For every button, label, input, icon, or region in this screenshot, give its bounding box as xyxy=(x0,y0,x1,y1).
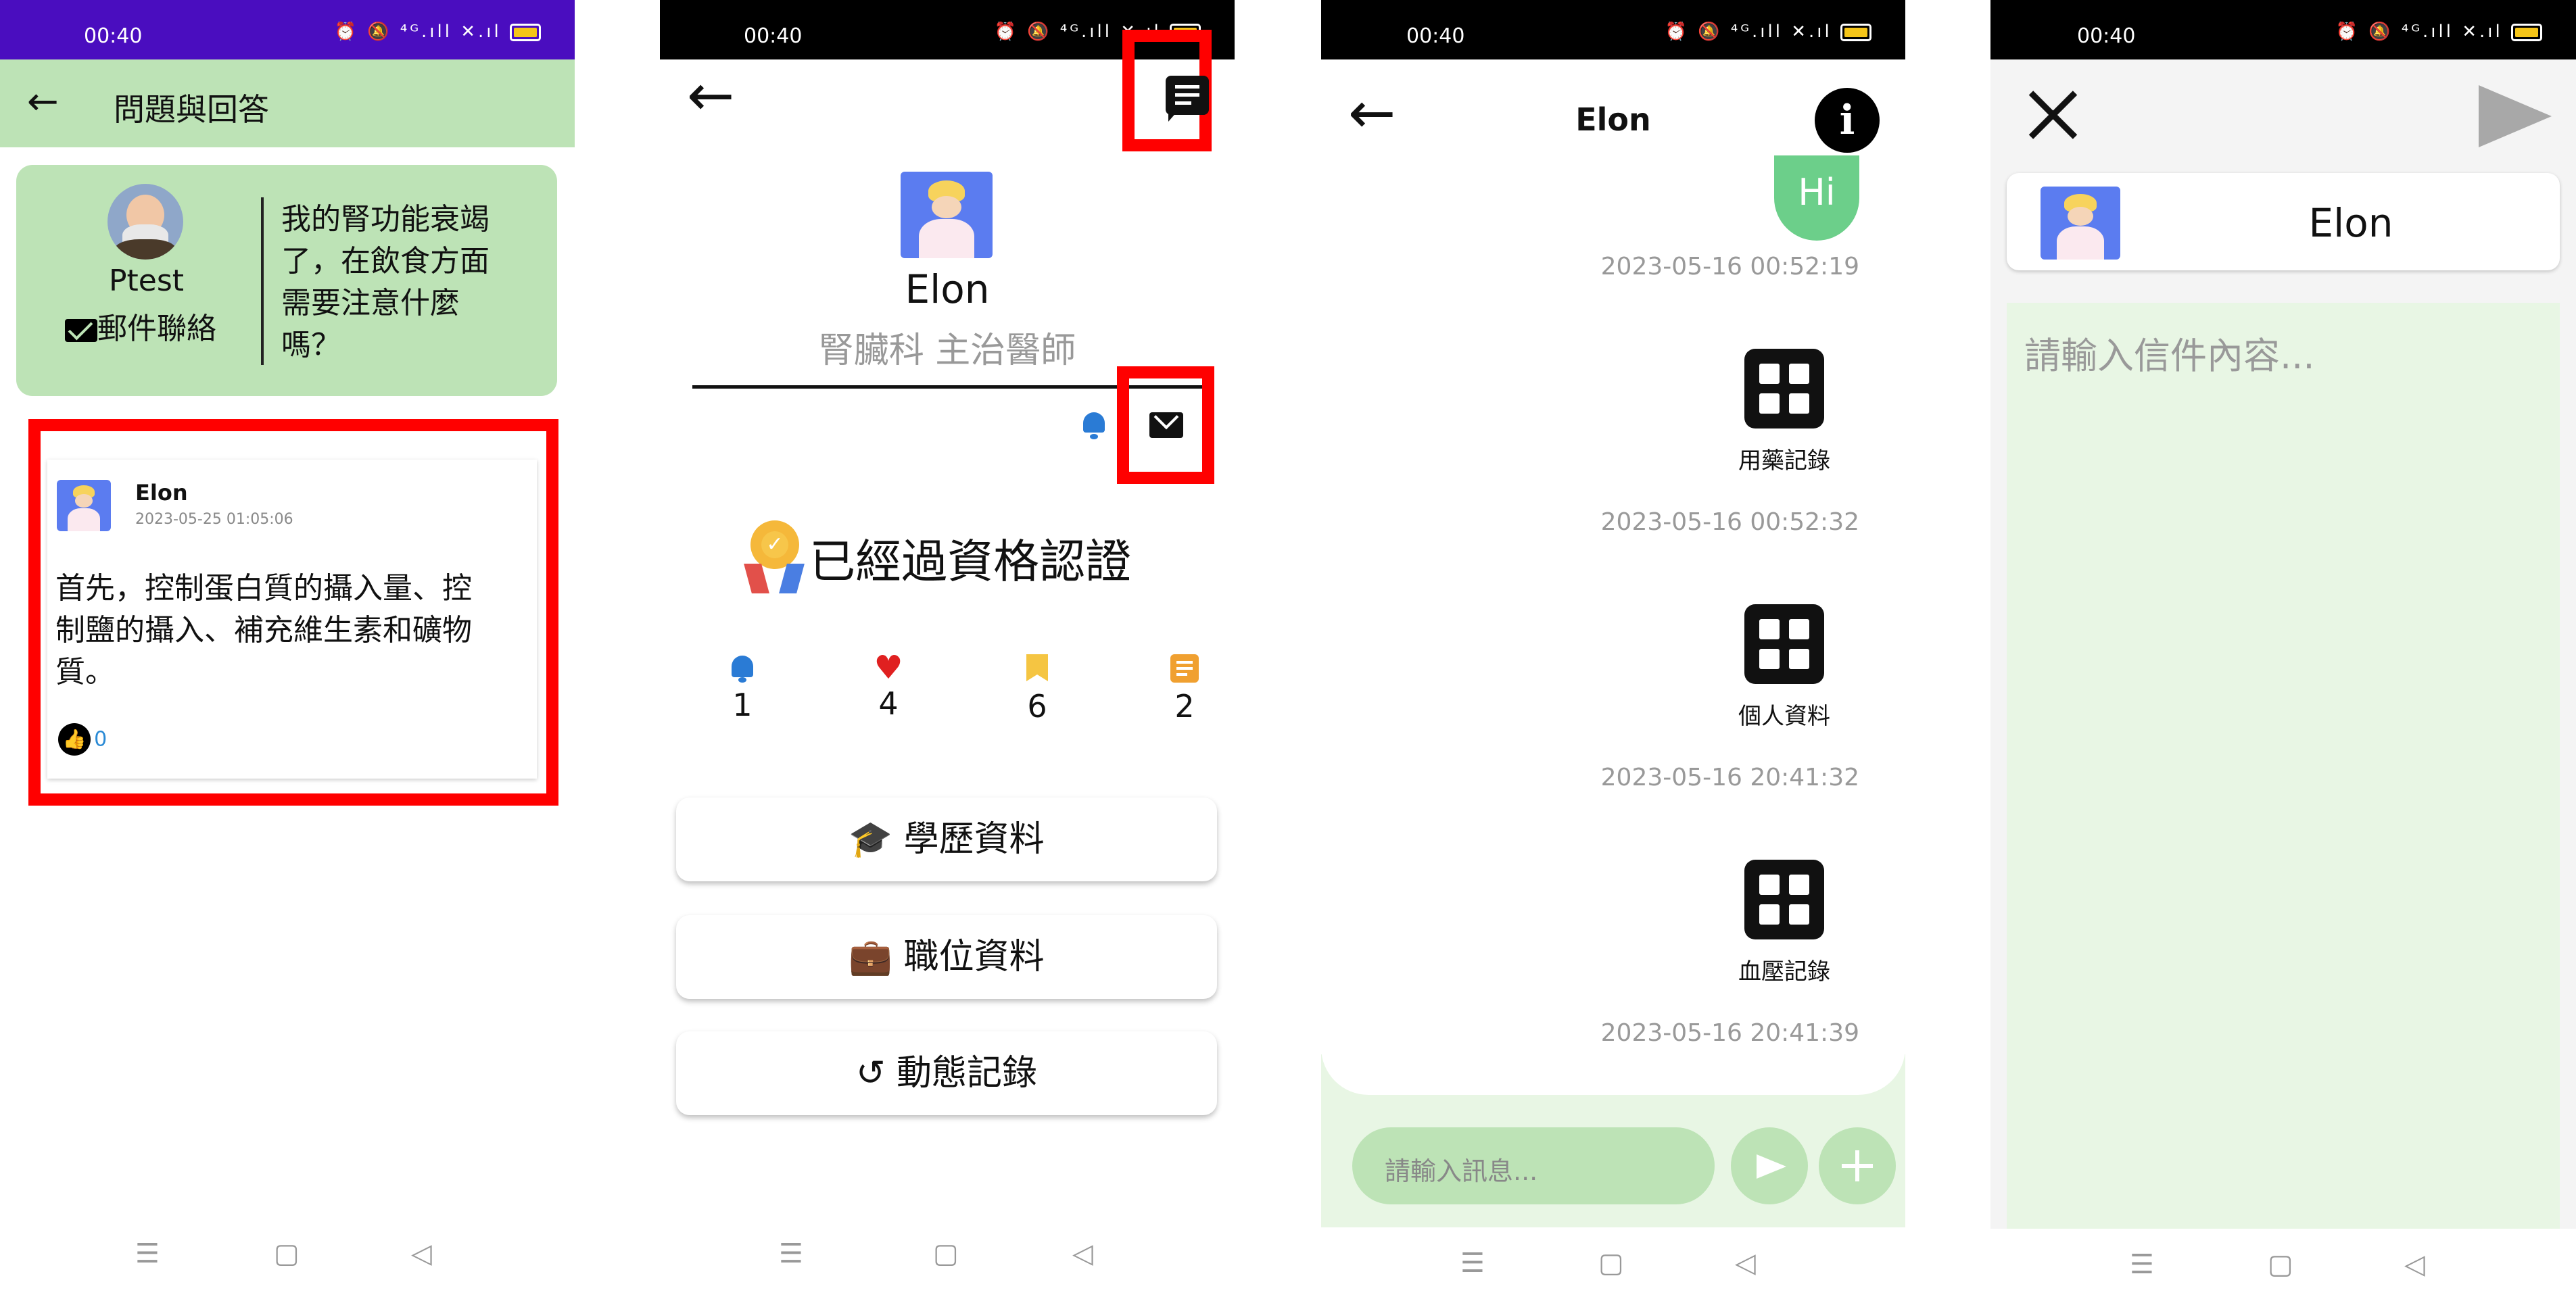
menu-nav-icon[interactable]: ☰ xyxy=(779,1238,803,1269)
home-nav-icon[interactable]: ▢ xyxy=(274,1238,300,1269)
stat-bookmarks[interactable]: 6 xyxy=(997,654,1078,725)
page-title: 問題與回答 xyxy=(114,91,269,128)
graduation-cap-icon: 🎓 xyxy=(849,819,893,860)
grid-icon xyxy=(1744,604,1824,684)
question-username: Ptest xyxy=(108,264,185,298)
battery-icon xyxy=(1840,23,1871,41)
send-icon[interactable] xyxy=(2479,85,2552,147)
mail-content-input[interactable]: 請輸入信件內容... xyxy=(2007,303,2560,1229)
app-bar: ← 問題與回答 xyxy=(0,59,575,147)
menu-nav-icon[interactable]: ☰ xyxy=(2130,1249,2154,1280)
position-button[interactable]: 💼 職位資料 xyxy=(676,915,1217,999)
doctor-name: Elon xyxy=(905,266,990,312)
info-icon[interactable]: i xyxy=(1815,88,1880,153)
stat-likes[interactable]: ♥ 4 xyxy=(848,652,929,722)
panel-chat: 00:40 ⏰ 🔕 ⁴ᴳ.ıll ✕.ıl ← Elon i Hi 2023-0… xyxy=(1321,0,1905,1299)
system-nav-bar: ☰ ▢ ◁ xyxy=(1321,1227,1905,1299)
history-icon: ↺ xyxy=(855,1053,886,1094)
panel-qa: 00:40 ⏰ 🔕 ⁴ᴳ.ıll ✕.ıl ← 問題與回答 Ptest 郵件聯絡… xyxy=(0,0,575,1299)
doctor-avatar xyxy=(57,480,111,531)
mail-icon xyxy=(65,315,97,342)
mail-icon[interactable] xyxy=(1149,404,1183,438)
chat-icon[interactable] xyxy=(1166,76,1209,122)
certification: ✓ 已經過資格認證 xyxy=(741,520,1131,595)
divider xyxy=(261,197,264,365)
award-badge-icon: ✓ xyxy=(741,520,806,595)
doctor-title: 腎臟科 主治醫師 xyxy=(818,330,1076,371)
send-button[interactable] xyxy=(1731,1127,1808,1204)
add-button[interactable] xyxy=(1819,1127,1896,1204)
close-icon[interactable] xyxy=(2026,88,2080,142)
activity-log-button[interactable]: ↺ 動態記錄 xyxy=(676,1031,1217,1115)
message-timestamp: 2023-05-16 20:41:32 xyxy=(1600,764,1859,791)
recipient-name: Elon xyxy=(2308,200,2393,246)
recipient-card: Elon xyxy=(2007,173,2560,270)
system-nav-bar: ☰ ▢ ◁ xyxy=(660,1211,1235,1299)
like-count: 0 xyxy=(94,727,108,752)
system-nav-bar: ☰ ▢ ◁ xyxy=(0,1211,575,1299)
email-contact-link[interactable]: 郵件聯絡 xyxy=(65,304,216,347)
stat-notes[interactable]: 2 xyxy=(1144,654,1225,725)
briefcase-icon: 💼 xyxy=(849,937,893,977)
battery-icon xyxy=(510,23,541,41)
message-bubble[interactable]: Hi xyxy=(1774,155,1859,241)
back-nav-icon[interactable]: ◁ xyxy=(411,1238,432,1269)
status-bar: 00:40 ⏰ 🔕 ⁴ᴳ.ıll ✕.ıl xyxy=(1321,0,1905,59)
status-bar: 00:40 ⏰ 🔕 ⁴ᴳ.ıll ✕.ıl xyxy=(1990,0,2576,59)
home-nav-icon[interactable]: ▢ xyxy=(933,1238,959,1269)
back-nav-icon[interactable]: ◁ xyxy=(2404,1249,2425,1280)
doctor-avatar xyxy=(901,172,993,258)
panel-compose-mail: 00:40 ⏰ 🔕 ⁴ᴳ.ıll ✕.ıl Elon 請輸入信件內容... ☰ … xyxy=(1990,0,2576,1299)
grid-icon xyxy=(1744,860,1824,939)
bookmark-icon xyxy=(1026,654,1048,681)
stat-notifications[interactable]: 1 xyxy=(702,654,783,723)
message-timestamp: 2023-05-16 20:41:39 xyxy=(1600,1019,1859,1047)
send-icon xyxy=(1757,1154,1786,1179)
question-card[interactable]: Ptest 郵件聯絡 我的腎功能衰竭 了，在飲食方面 需要注意什麼 嗎？ xyxy=(16,165,557,396)
heart-icon: ♥ xyxy=(874,649,903,687)
answer-card[interactable]: Elon 2023-05-25 01:05:06 首先，控制蛋白質的攝入量、控 … xyxy=(47,460,537,779)
like-button[interactable]: 👍 0 xyxy=(58,723,107,756)
answer-text: 首先，控制蛋白質的攝入量、控 制鹽的攝入、補充維生素和礦物 質。 xyxy=(55,571,472,689)
back-arrow-icon[interactable]: ← xyxy=(27,80,59,124)
note-icon xyxy=(1170,654,1199,683)
back-nav-icon[interactable]: ◁ xyxy=(1072,1238,1093,1269)
status-bar: 00:40 ⏰ 🔕 ⁴ᴳ.ıll ✕.ıl xyxy=(0,0,575,59)
battery-icon xyxy=(2511,23,2542,41)
answer-author: Elon xyxy=(135,480,188,506)
bell-icon xyxy=(729,654,756,684)
message-timestamp: 2023-05-16 00:52:19 xyxy=(1600,253,1859,280)
certified-label: 已經過資格認證 xyxy=(809,535,1132,589)
menu-nav-icon[interactable]: ☰ xyxy=(135,1238,160,1269)
question-text: 我的腎功能衰竭 了，在飲食方面 需要注意什麼 嗎？ xyxy=(281,202,490,362)
grid-icon xyxy=(1744,349,1824,428)
thumbs-up-icon: 👍 xyxy=(58,723,91,756)
doctor-avatar xyxy=(2041,187,2120,260)
avatar xyxy=(108,184,183,260)
message-timestamp: 2023-05-16 00:52:32 xyxy=(1600,508,1859,536)
home-nav-icon[interactable]: ▢ xyxy=(2268,1249,2293,1280)
system-nav-bar: ☰ ▢ ◁ xyxy=(1990,1229,2576,1299)
home-nav-icon[interactable]: ▢ xyxy=(1598,1248,1624,1279)
answer-date: 2023-05-25 01:05:06 xyxy=(135,511,293,528)
back-arrow-icon[interactable]: ← xyxy=(687,62,734,128)
menu-nav-icon[interactable]: ☰ xyxy=(1460,1248,1485,1279)
message-input[interactable]: 請輸入訊息... xyxy=(1352,1127,1715,1204)
education-button[interactable]: 🎓 學歷資料 xyxy=(676,798,1217,881)
back-nav-icon[interactable]: ◁ xyxy=(1735,1248,1756,1279)
panel-doctor-profile: 00:40 ⏰ 🔕 ⁴ᴳ.ıll ✕.ıl ← Elon 腎臟科 主治醫師 ✓ … xyxy=(660,0,1235,1299)
notification-bell-icon[interactable] xyxy=(1079,408,1109,441)
